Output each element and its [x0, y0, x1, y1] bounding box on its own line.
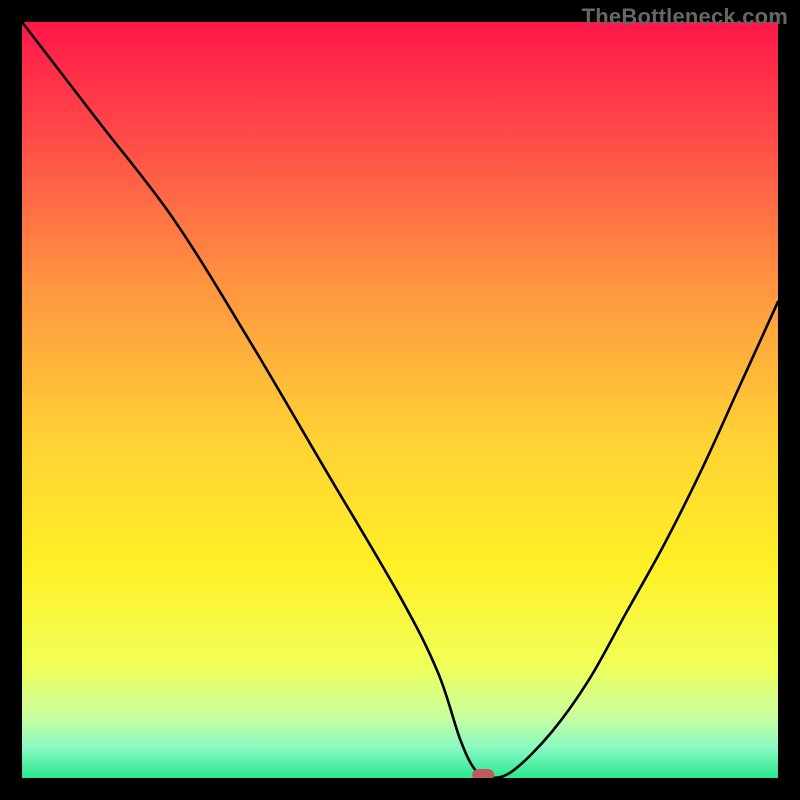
bottleneck-curve [22, 22, 778, 778]
curve-layer [22, 22, 778, 778]
chart-frame: TheBottleneck.com [0, 0, 800, 800]
optimal-point-marker [472, 769, 494, 778]
plot-area [22, 22, 778, 778]
watermark-label: TheBottleneck.com [582, 4, 788, 30]
